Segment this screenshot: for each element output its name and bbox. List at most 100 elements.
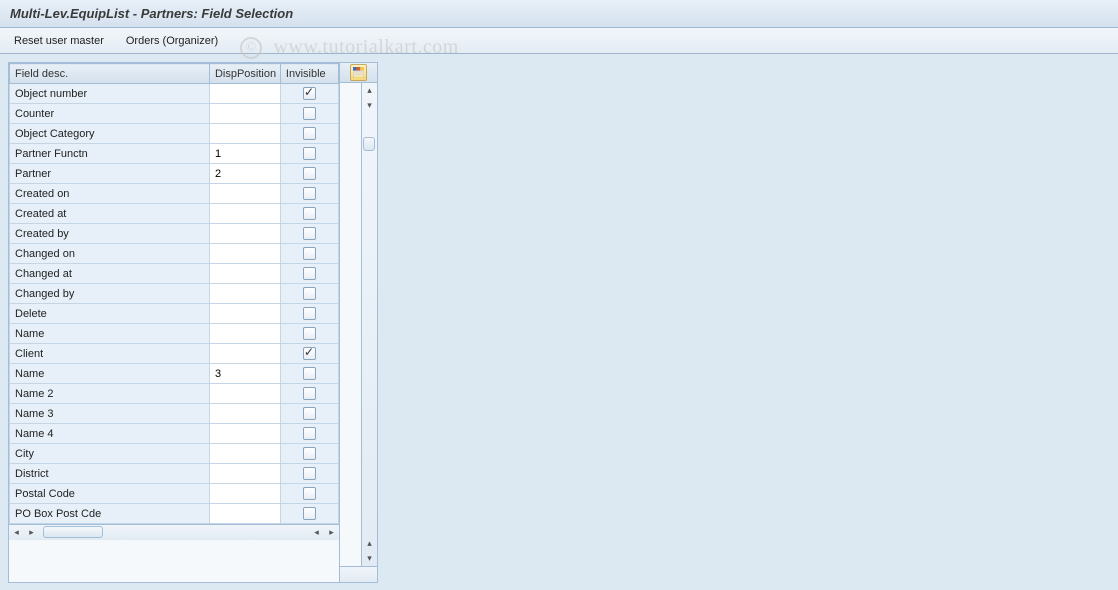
vscroll-up2-icon[interactable]: ▾	[362, 98, 377, 113]
disp-position-input[interactable]	[210, 444, 280, 463]
invisible-checkbox[interactable]	[303, 287, 316, 300]
disp-position-input[interactable]	[210, 184, 280, 203]
table-row[interactable]: Partner Functn	[10, 144, 339, 164]
disp-position-input[interactable]	[210, 324, 280, 343]
field-desc-cell: Name 4	[10, 424, 210, 444]
col-header-disp-position[interactable]: DispPosition	[209, 64, 280, 84]
disp-position-input[interactable]	[210, 284, 280, 303]
invisible-cell	[280, 184, 338, 204]
invisible-checkbox[interactable]	[303, 267, 316, 280]
hscroll-thumb[interactable]	[43, 526, 103, 538]
invisible-cell	[280, 364, 338, 384]
hscroll-left-icon[interactable]: ▸	[24, 525, 39, 540]
invisible-checkbox[interactable]	[303, 347, 316, 360]
invisible-checkbox[interactable]	[303, 427, 316, 440]
disp-position-input[interactable]	[210, 144, 280, 163]
vscroll-down2-icon[interactable]: ▴	[362, 536, 377, 551]
invisible-checkbox[interactable]	[303, 507, 316, 520]
disp-position-cell	[209, 144, 280, 164]
invisible-checkbox[interactable]	[303, 227, 316, 240]
invisible-checkbox[interactable]	[303, 407, 316, 420]
invisible-checkbox[interactable]	[303, 467, 316, 480]
field-desc-cell: Postal Code	[10, 484, 210, 504]
vscroll-up-icon[interactable]: ▴	[362, 83, 377, 98]
invisible-cell	[280, 204, 338, 224]
invisible-checkbox[interactable]	[303, 107, 316, 120]
disp-position-input[interactable]	[210, 404, 280, 423]
disp-position-input[interactable]	[210, 224, 280, 243]
invisible-checkbox[interactable]	[303, 487, 316, 500]
table-row[interactable]: Name 3	[10, 404, 339, 424]
field-desc-cell: Name 2	[10, 384, 210, 404]
col-header-invisible[interactable]: Invisible	[280, 64, 338, 84]
table-row[interactable]: Object Category	[10, 124, 339, 144]
disp-position-input[interactable]	[210, 244, 280, 263]
v-scrollbar[interactable]: ▴ ▾ ▴ ▾	[361, 83, 377, 566]
table-row[interactable]: Name	[10, 324, 339, 344]
disp-position-cell	[209, 404, 280, 424]
disp-position-input[interactable]	[210, 484, 280, 503]
col-header-field-desc[interactable]: Field desc.	[10, 64, 210, 84]
field-desc-cell: District	[10, 464, 210, 484]
field-desc-cell: Delete	[10, 304, 210, 324]
table-row[interactable]: Object number	[10, 84, 339, 104]
hscroll-track[interactable]	[39, 525, 309, 540]
table-row[interactable]: Created at	[10, 204, 339, 224]
table-row[interactable]: Created on	[10, 184, 339, 204]
disp-position-input[interactable]	[210, 364, 280, 383]
hscroll-right-icon[interactable]: ◂	[309, 525, 324, 540]
disp-position-input[interactable]	[210, 164, 280, 183]
orders-organizer-link[interactable]: Orders (Organizer)	[122, 33, 222, 49]
invisible-checkbox[interactable]	[303, 127, 316, 140]
disp-position-input[interactable]	[210, 104, 280, 123]
disp-position-input[interactable]	[210, 384, 280, 403]
table-row[interactable]: City	[10, 444, 339, 464]
table-row[interactable]: Client	[10, 344, 339, 364]
table-row[interactable]: District	[10, 464, 339, 484]
invisible-checkbox[interactable]	[303, 447, 316, 460]
disp-position-input[interactable]	[210, 424, 280, 443]
table-row[interactable]: Name 4	[10, 424, 339, 444]
invisible-checkbox[interactable]	[303, 307, 316, 320]
disp-position-cell	[209, 464, 280, 484]
disp-position-input[interactable]	[210, 84, 280, 103]
invisible-checkbox[interactable]	[303, 187, 316, 200]
vscroll-down-icon[interactable]: ▾	[362, 551, 377, 566]
disp-position-input[interactable]	[210, 304, 280, 323]
table-row[interactable]: Counter	[10, 104, 339, 124]
table-row[interactable]: Name	[10, 364, 339, 384]
disp-position-input[interactable]	[210, 204, 280, 223]
table-row[interactable]: Name 2	[10, 384, 339, 404]
table-row[interactable]: Partner	[10, 164, 339, 184]
hscroll-last-icon[interactable]: ▸	[324, 525, 339, 540]
table-settings-button[interactable]	[350, 64, 367, 81]
table-row[interactable]: Changed by	[10, 284, 339, 304]
disp-position-input[interactable]	[210, 464, 280, 483]
invisible-checkbox[interactable]	[303, 367, 316, 380]
disp-position-input[interactable]	[210, 124, 280, 143]
invisible-cell	[280, 324, 338, 344]
table-row[interactable]: Changed on	[10, 244, 339, 264]
table-row[interactable]: Postal Code	[10, 484, 339, 504]
table-row[interactable]: Created by	[10, 224, 339, 244]
invisible-checkbox[interactable]	[303, 207, 316, 220]
table-row[interactable]: PO Box Post Cde	[10, 504, 339, 524]
table-row[interactable]: Changed at	[10, 264, 339, 284]
invisible-checkbox[interactable]	[303, 247, 316, 260]
invisible-checkbox[interactable]	[303, 387, 316, 400]
h-scrollbar[interactable]: ◂ ▸ ◂ ▸	[9, 524, 339, 540]
invisible-checkbox[interactable]	[303, 87, 316, 100]
vscroll-track[interactable]	[362, 113, 377, 536]
disp-position-input[interactable]	[210, 344, 280, 363]
disp-position-input[interactable]	[210, 504, 280, 523]
invisible-cell	[280, 264, 338, 284]
vscroll-thumb[interactable]	[363, 137, 375, 151]
invisible-checkbox[interactable]	[303, 327, 316, 340]
disp-position-input[interactable]	[210, 264, 280, 283]
invisible-checkbox[interactable]	[303, 167, 316, 180]
disp-position-cell	[209, 424, 280, 444]
hscroll-first-icon[interactable]: ◂	[9, 525, 24, 540]
reset-user-master-link[interactable]: Reset user master	[10, 33, 108, 49]
invisible-checkbox[interactable]	[303, 147, 316, 160]
table-row[interactable]: Delete	[10, 304, 339, 324]
